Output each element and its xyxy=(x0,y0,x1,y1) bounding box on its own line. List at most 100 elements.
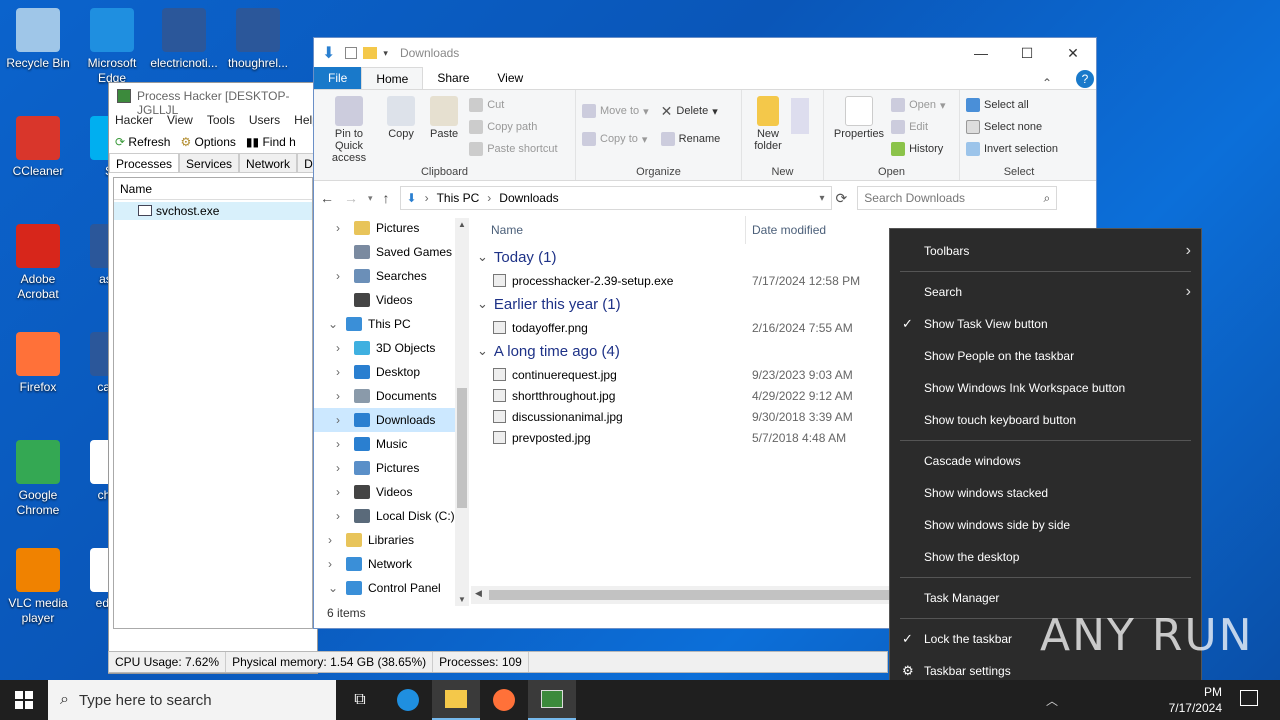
nav-item[interactable]: › Music xyxy=(314,432,469,456)
refresh-icon[interactable]: ⟳ xyxy=(836,190,848,207)
desktop-icon[interactable]: VLC media player xyxy=(0,548,76,626)
context-menu-item[interactable]: Show Windows Ink Workspace button xyxy=(890,372,1201,404)
navigation-pane[interactable]: › Pictures Saved Games › Searches Videos ⌄ This… xyxy=(314,216,469,606)
ribbon-tab[interactable]: Home xyxy=(361,67,424,89)
chevron-right-icon[interactable]: › xyxy=(336,341,348,355)
back-button[interactable]: ← xyxy=(320,190,334,206)
process-hacker-titlebar[interactable]: Process Hacker [DESKTOP-JGLLJL xyxy=(109,83,317,117)
chevron-down-icon[interactable]: ⌄ xyxy=(328,581,340,595)
context-menu-item[interactable]: Toolbars › xyxy=(890,235,1201,267)
nav-scroll-thumb[interactable] xyxy=(457,388,467,508)
desktop-icon[interactable]: Google Chrome xyxy=(0,440,76,518)
recent-dropdown-icon[interactable]: ▾ xyxy=(368,193,373,204)
cut-button[interactable]: Cut xyxy=(469,94,557,116)
explorer-titlebar[interactable]: ⬇ ▾ Downloads — ☐ ✕ xyxy=(314,38,1096,68)
new-item-icon[interactable] xyxy=(791,98,810,134)
scroll-up-icon[interactable]: ▲ xyxy=(458,220,466,229)
up-button[interactable]: ↑ xyxy=(383,190,390,206)
chevron-right-icon[interactable]: › xyxy=(336,461,348,475)
taskbar-file-explorer[interactable] xyxy=(432,680,480,720)
pin-quick-access-button[interactable]: Pin to Quick access xyxy=(320,94,378,164)
chevron-right-icon[interactable]: › xyxy=(336,413,348,427)
options-button[interactable]: ⚙ Options xyxy=(180,135,235,149)
notifications-icon[interactable] xyxy=(1240,690,1258,706)
file-row[interactable]: discussionanimal.jpg 9/30/2018 3:39 AM xyxy=(471,406,891,427)
copy-to-button[interactable]: Copy to ▾ xyxy=(582,128,649,150)
maximize-button[interactable]: ☐ xyxy=(1004,38,1050,68)
column-header-name[interactable]: Name xyxy=(114,178,312,200)
taskbar-search-input[interactable]: Type here to search xyxy=(79,692,212,709)
forward-button[interactable]: → xyxy=(344,190,358,206)
select-none-button[interactable]: Select none xyxy=(966,116,1072,138)
ribbon-tab[interactable]: View xyxy=(483,67,537,89)
chevron-right-icon[interactable]: › xyxy=(336,509,348,523)
start-button[interactable] xyxy=(0,680,48,720)
nav-scrollbar[interactable]: ▲ ▼ xyxy=(455,218,469,606)
taskbar-search[interactable]: ⌕ Type here to search xyxy=(48,680,336,720)
context-menu-item[interactable]: Show windows stacked xyxy=(890,477,1201,509)
desktop-icon[interactable]: Recycle Bin xyxy=(0,8,76,71)
chevron-right-icon[interactable]: › xyxy=(336,365,348,379)
taskbar-process-hacker[interactable] xyxy=(528,680,576,720)
ribbon-tab[interactable]: Share xyxy=(423,67,483,89)
history-button[interactable]: History xyxy=(891,138,945,160)
group-header[interactable]: ⌄ Today (1) xyxy=(471,244,891,270)
properties-qat-icon[interactable] xyxy=(345,47,358,59)
breadcrumb-downloads[interactable]: Downloads xyxy=(499,191,558,205)
chevron-down-icon[interactable]: ⌄ xyxy=(477,249,488,265)
refresh-button[interactable]: ⟳ Refresh xyxy=(115,135,170,149)
file-list[interactable]: Name Date modified ⌄ Today (1) processhack… xyxy=(471,216,891,608)
taskbar-edge[interactable] xyxy=(384,680,432,720)
chevron-down-icon[interactable]: ⌄ xyxy=(477,343,488,359)
minimize-button[interactable]: — xyxy=(958,38,1004,68)
properties-button[interactable]: Properties xyxy=(830,94,888,140)
qat-dropdown-icon[interactable]: ▾ xyxy=(383,48,388,59)
context-menu-item[interactable]: Show People on the taskbar xyxy=(890,340,1201,372)
menu-item[interactable]: Tools xyxy=(207,113,235,127)
edit-button[interactable]: Edit xyxy=(891,116,945,138)
process-hacker-window[interactable]: Process Hacker [DESKTOP-JGLLJL Hacker Vie… xyxy=(108,82,335,674)
chevron-right-icon[interactable]: › xyxy=(336,437,348,451)
task-view-button[interactable]: ⧉ xyxy=(336,680,384,720)
menu-item[interactable]: Users xyxy=(249,113,280,127)
file-row[interactable]: prevposted.jpg 5/7/2018 4:48 AM xyxy=(471,427,891,448)
column-date-modified[interactable]: Date modified xyxy=(752,223,826,237)
desktop-icon[interactable]: CCleaner xyxy=(0,116,76,179)
copy-path-button[interactable]: Copy path xyxy=(469,116,557,138)
file-row[interactable]: todayoffer.png 2/16/2024 7:55 AM xyxy=(471,317,891,338)
group-header[interactable]: ⌄ A long time ago (4) xyxy=(471,338,891,364)
process-hacker-tab[interactable]: Processes xyxy=(109,153,180,172)
taskbar-firefox[interactable] xyxy=(480,680,528,720)
open-button[interactable]: Open ▾ xyxy=(891,94,946,116)
paste-shortcut-button[interactable]: Paste shortcut xyxy=(469,138,558,160)
close-button[interactable]: ✕ xyxy=(1050,38,1096,68)
file-row[interactable]: continuerequest.jpg 9/23/2023 9:03 AM xyxy=(471,364,891,385)
search-box[interactable]: Search Downloads ⌕ xyxy=(857,186,1058,210)
nav-item[interactable]: › 3D Objects xyxy=(314,336,469,360)
context-menu-item[interactable]: Show windows side by side xyxy=(890,509,1201,541)
chevron-right-icon[interactable]: › xyxy=(336,269,348,283)
ribbon-tab[interactable]: File xyxy=(314,67,362,89)
find-handles-button[interactable]: ▮▮ Find h xyxy=(246,135,296,149)
process-hacker-tab[interactable]: Services xyxy=(179,153,240,172)
chevron-down-icon[interactable]: ⌄ xyxy=(477,296,488,312)
process-list[interactable]: Name svchost.exe xyxy=(113,177,313,629)
process-hacker-tab[interactable]: Network xyxy=(239,153,298,172)
scroll-left-icon[interactable]: ◀ xyxy=(475,588,482,599)
desktop-icon[interactable]: Adobe Acrobat xyxy=(0,224,76,302)
desktop-icon[interactable]: thoughrel... xyxy=(220,8,296,71)
context-menu-item[interactable]: Show the desktop xyxy=(890,541,1201,573)
taskbar[interactable]: ⌕ Type here to search ⧉ ︿ PM 7/17/2024 xyxy=(0,680,1280,720)
copy-button[interactable]: Copy xyxy=(381,94,421,140)
address-bar[interactable]: ⬇ › This PC › Downloads ▾ xyxy=(399,186,832,210)
file-row[interactable]: processhacker-2.39-setup.exe 7/17/2024 12… xyxy=(471,270,891,291)
nav-item[interactable]: › Libraries xyxy=(314,528,469,552)
help-icon[interactable]: ? xyxy=(1076,70,1094,88)
desktop-icon[interactable]: Microsoft Edge xyxy=(74,8,150,86)
context-menu-item[interactable]: Show touch keyboard button xyxy=(890,404,1201,436)
nav-item[interactable]: › Videos xyxy=(314,480,469,504)
invert-selection-button[interactable]: Invert selection xyxy=(966,138,1072,160)
nav-item[interactable]: › Network xyxy=(314,552,469,576)
chevron-right-icon[interactable]: › xyxy=(336,485,348,499)
nav-item[interactable]: › Searches xyxy=(314,264,469,288)
